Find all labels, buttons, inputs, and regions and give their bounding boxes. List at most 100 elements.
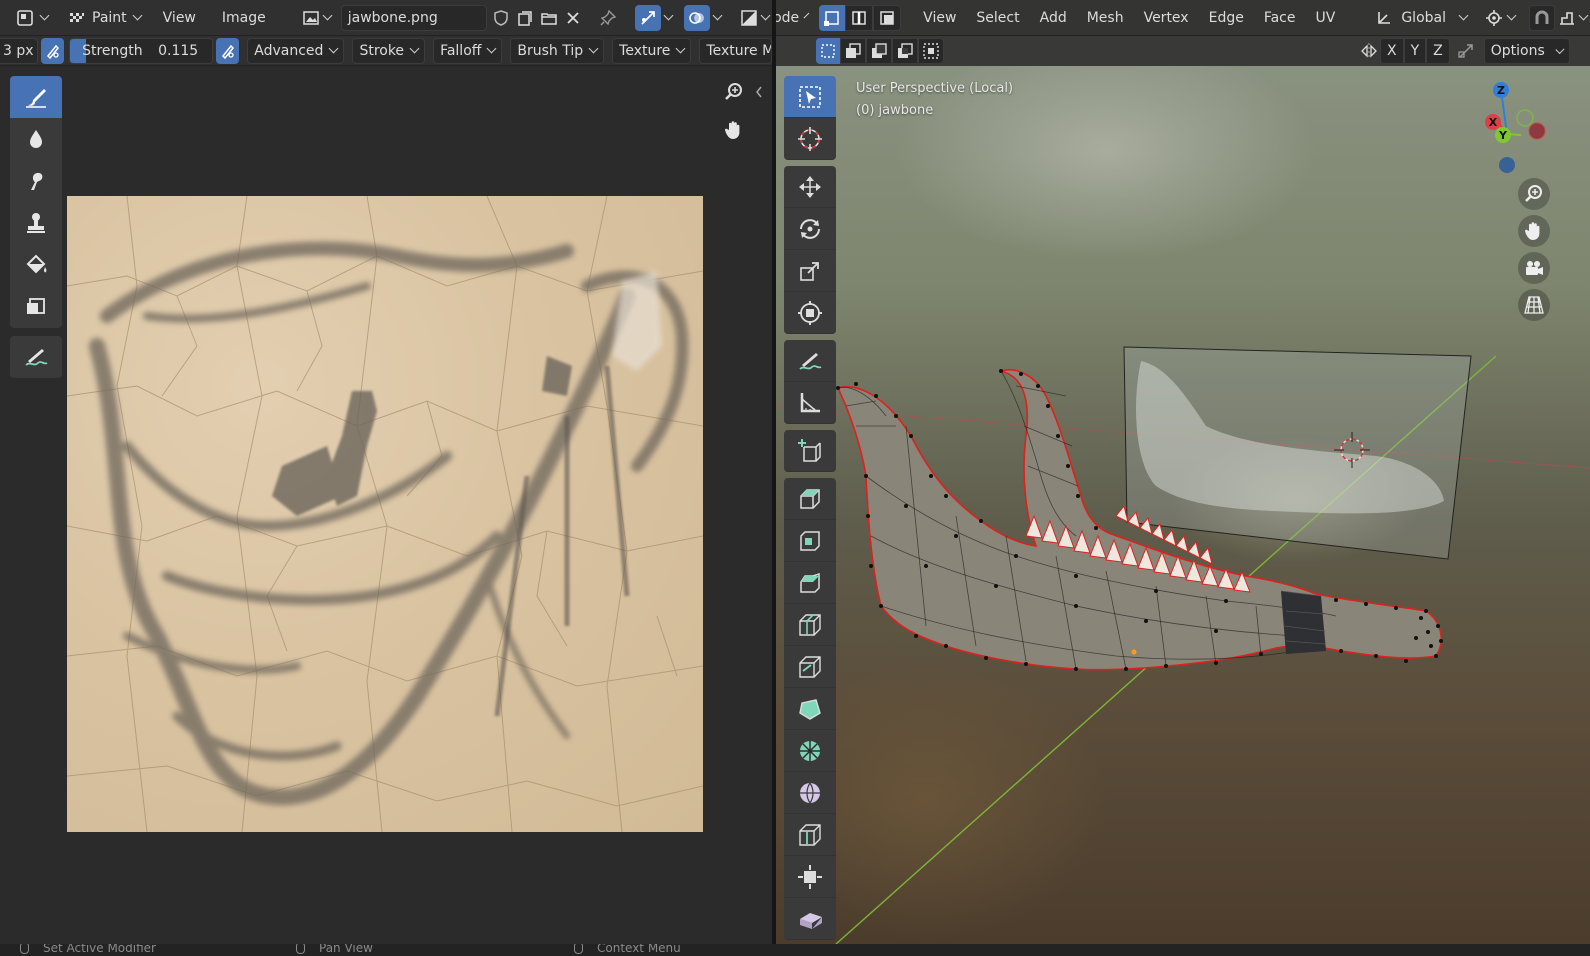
- tool-edge-slide[interactable]: [784, 814, 836, 856]
- brush-tip-panel-button[interactable]: Brush Tip: [510, 37, 605, 64]
- open-image-button[interactable]: [537, 5, 561, 31]
- vertex-select-mode[interactable]: [819, 4, 846, 31]
- menu-face[interactable]: Face: [1258, 5, 1302, 31]
- tool-extrude[interactable]: [784, 478, 836, 520]
- tool-knife[interactable]: [784, 646, 836, 688]
- sidebar-toggle-arrow[interactable]: [755, 86, 763, 98]
- menu-mesh[interactable]: Mesh: [1081, 5, 1130, 31]
- zoom-button[interactable]: [718, 76, 750, 108]
- options-dropdown[interactable]: Options: [1483, 38, 1570, 64]
- tool-transform[interactable]: [784, 292, 836, 334]
- falloff-panel-button[interactable]: Falloff: [433, 37, 503, 64]
- menu-uv[interactable]: UV: [1310, 5, 1342, 31]
- rotate-icon: [800, 218, 820, 239]
- tool-annotate[interactable]: [784, 340, 836, 382]
- texture-mask-panel-button[interactable]: Texture Mask: [699, 37, 773, 64]
- select-mode-intersect[interactable]: [918, 38, 944, 64]
- perspective-toggle-button[interactable]: [1518, 289, 1550, 321]
- overlay-button[interactable]: [684, 4, 710, 31]
- tool-bevel[interactable]: [784, 562, 836, 604]
- edge-select-mode[interactable]: [845, 4, 874, 31]
- strength-slider[interactable]: Strength 0.115: [69, 37, 214, 64]
- tool-rotate[interactable]: [784, 208, 836, 250]
- stamp-icon: [27, 213, 45, 233]
- pivot-point-dropdown[interactable]: [1479, 5, 1521, 31]
- radius-pressure-button[interactable]: [41, 37, 65, 64]
- tool-poly-build[interactable]: [784, 688, 836, 730]
- mirror-x-toggle[interactable]: X: [1380, 38, 1404, 64]
- mirror-options-icon-button[interactable]: [1358, 38, 1380, 64]
- menu-image[interactable]: Image: [216, 5, 272, 31]
- select-mode-subtract[interactable]: [866, 38, 892, 64]
- fake-user-button[interactable]: [489, 5, 513, 31]
- advanced-panel-button[interactable]: Advanced: [247, 37, 345, 64]
- tool-loop-cut[interactable]: [784, 604, 836, 646]
- face-select-mode[interactable]: [873, 4, 902, 31]
- gizmo-neg-x-axis[interactable]: [1528, 122, 1546, 140]
- tool-shrink-fatten[interactable]: [784, 856, 836, 898]
- interaction-mode-dropdown[interactable]: Edit Mode: [776, 5, 813, 31]
- tool-clone[interactable]: [10, 202, 62, 244]
- snap-target-dropdown[interactable]: [1555, 5, 1590, 31]
- editor-type-button[interactable]: [10, 5, 54, 31]
- navigation-gizmo[interactable]: Z X Y: [1464, 78, 1574, 188]
- menu-view[interactable]: View: [917, 5, 962, 31]
- viewport-zoom-button[interactable]: [1518, 178, 1550, 210]
- tool-mask[interactable]: [10, 286, 62, 328]
- falloff-label: Falloff: [440, 42, 482, 59]
- uv-sync-button[interactable]: [635, 4, 661, 31]
- menu-edge[interactable]: Edge: [1203, 5, 1250, 31]
- drop-icon: [30, 130, 42, 148]
- face-mode-icon: [880, 10, 894, 25]
- texture-panel-button[interactable]: Texture: [612, 37, 692, 64]
- tool-annotate[interactable]: [10, 336, 62, 378]
- tool-smooth[interactable]: [784, 772, 836, 814]
- select-mode-difference[interactable]: [892, 38, 918, 64]
- menu-select[interactable]: Select: [970, 5, 1025, 31]
- select-mode-new[interactable]: [816, 38, 840, 64]
- tool-fill[interactable]: [10, 244, 62, 286]
- tool-inset[interactable]: [784, 520, 836, 562]
- pan-button[interactable]: [718, 114, 750, 146]
- image-browse-button[interactable]: [296, 5, 337, 31]
- uv-sync-dropdown[interactable]: [661, 5, 676, 31]
- topology-mirror-button[interactable]: [1454, 38, 1478, 64]
- menu-add[interactable]: Add: [1034, 5, 1073, 31]
- tool-add-cube[interactable]: [784, 430, 836, 472]
- mode-dropdown[interactable]: Paint: [62, 5, 147, 31]
- stroke-panel-button[interactable]: Stroke: [352, 37, 426, 64]
- snap-toggle[interactable]: [1529, 4, 1555, 31]
- image-name-field[interactable]: jawbone.png: [340, 4, 487, 31]
- image-canvas[interactable]: [67, 196, 703, 832]
- camera-view-button[interactable]: [1518, 252, 1550, 284]
- viewport-pan-button[interactable]: [1518, 215, 1550, 247]
- tool-soften[interactable]: [10, 118, 62, 160]
- tool-cursor[interactable]: [784, 118, 836, 160]
- gizmo-neg-y-axis[interactable]: [1516, 109, 1534, 127]
- mirror-z-toggle[interactable]: Z: [1426, 38, 1450, 64]
- unlink-image-button[interactable]: [561, 5, 585, 31]
- menu-vertex[interactable]: Vertex: [1138, 5, 1195, 31]
- gizmo-neg-z-axis[interactable]: [1499, 157, 1515, 173]
- menu-view[interactable]: View: [157, 5, 202, 31]
- tool-scale[interactable]: [784, 250, 836, 292]
- 3d-viewport[interactable]: Edit Mode View Select Add Mesh Vertex Ed…: [776, 0, 1590, 944]
- image-tool-header: 3 px Strength 0.115 Advanced Stroke Fall…: [0, 36, 773, 66]
- tool-move[interactable]: [784, 166, 836, 208]
- overlay-dropdown[interactable]: [710, 5, 725, 31]
- pin-button[interactable]: [595, 5, 621, 31]
- tool-measure[interactable]: [784, 382, 836, 424]
- tool-draw[interactable]: [10, 76, 62, 118]
- tool-select-box[interactable]: [784, 76, 836, 118]
- radius-field[interactable]: 3 px: [0, 37, 38, 64]
- display-channels-button[interactable]: [737, 5, 772, 31]
- tool-spin[interactable]: [784, 730, 836, 772]
- select-mode-extend[interactable]: [840, 38, 866, 64]
- stroke-label: Stroke: [359, 42, 405, 59]
- transform-orientation-dropdown[interactable]: Global: [1369, 5, 1473, 31]
- tool-smear[interactable]: [10, 160, 62, 202]
- tool-shear[interactable]: [784, 898, 836, 940]
- strength-pressure-button[interactable]: [216, 37, 240, 64]
- new-image-button[interactable]: [513, 5, 537, 31]
- mirror-y-toggle[interactable]: Y: [1403, 38, 1427, 64]
